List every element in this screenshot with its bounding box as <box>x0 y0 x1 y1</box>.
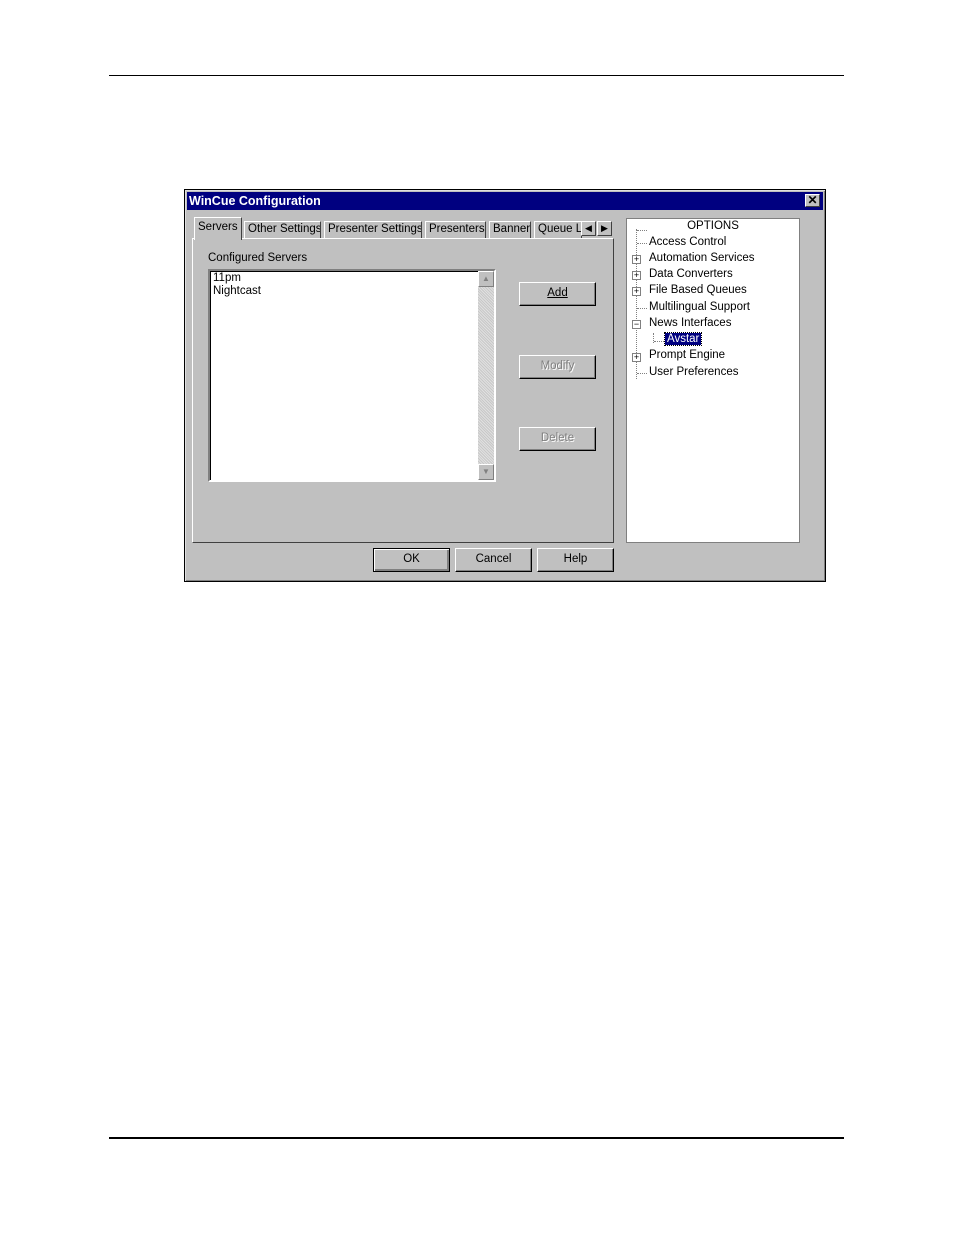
expand-plus-icon[interactable]: + <box>632 353 641 362</box>
expand-plus-icon[interactable]: + <box>632 287 641 296</box>
ok-button-label: OK <box>403 553 420 565</box>
help-button-label: Help <box>563 553 588 565</box>
add-button-label: Add <box>547 287 568 299</box>
tree-node-access-control[interactable]: Access Control <box>649 236 726 248</box>
tree-node-news-interfaces[interactable]: News Interfaces <box>649 317 731 329</box>
tree-connector <box>654 341 664 342</box>
add-button[interactable]: Add <box>519 282 596 306</box>
title-bar[interactable]: WinCue Configuration ✕ <box>187 192 823 210</box>
help-button[interactable]: Help <box>537 548 614 572</box>
tab-scroll-right-icon[interactable]: ▶ <box>597 221 612 236</box>
scroll-up-icon[interactable]: ▲ <box>478 271 494 287</box>
configured-servers-list[interactable]: 11pm Nightcast ▲ ▼ <box>208 269 496 482</box>
tab-label: Queue L <box>538 223 582 235</box>
wincue-configuration-dialog: WinCue Configuration ✕ Servers Other Set… <box>184 189 826 582</box>
tab-presenters[interactable]: Presenters <box>425 221 486 238</box>
page-footer-rule <box>109 1137 844 1139</box>
dialog-title: WinCue Configuration <box>189 194 321 208</box>
configured-servers-label: Configured Servers <box>208 252 308 264</box>
tree-node-prompt-engine[interactable]: Prompt Engine <box>649 349 725 361</box>
tree-connector <box>637 243 647 244</box>
cancel-button-label: Cancel <box>475 553 512 565</box>
tab-label: Presenters <box>429 223 485 235</box>
list-item[interactable]: 11pm <box>213 272 241 284</box>
expand-plus-icon[interactable]: + <box>632 255 641 264</box>
tab-presenter-settings[interactable]: Presenter Settings <box>324 221 422 238</box>
tab-banner[interactable]: Banner <box>489 221 531 238</box>
tab-label: Servers <box>198 221 238 233</box>
tree-node-automation-services[interactable]: Automation Services <box>649 252 754 264</box>
close-icon[interactable]: ✕ <box>805 194 820 207</box>
cancel-button[interactable]: Cancel <box>455 548 532 572</box>
delete-button[interactable]: Delete <box>519 427 596 451</box>
tab-servers[interactable]: Servers <box>194 217 242 240</box>
tree-node-avstar[interactable]: Avstar <box>663 332 703 346</box>
tab-label: Banner <box>493 223 531 235</box>
list-item[interactable]: Nightcast <box>213 285 261 297</box>
tree-node-user-preferences[interactable]: User Preferences <box>649 366 738 378</box>
tab-label: Presenter Settings <box>328 223 422 235</box>
tab-label: Other Settings <box>248 223 321 235</box>
tree-connector <box>637 373 647 374</box>
tab-queue[interactable]: Queue L <box>534 221 582 238</box>
tree-connector <box>637 308 647 309</box>
delete-button-label: Delete <box>540 432 575 444</box>
scroll-down-icon[interactable]: ▼ <box>478 464 494 480</box>
tab-other-settings[interactable]: Other Settings <box>244 221 321 238</box>
expand-plus-icon[interactable]: + <box>632 271 641 280</box>
ok-button[interactable]: OK <box>373 548 450 572</box>
page-header-rule <box>109 75 844 76</box>
options-tree[interactable]: OPTIONS Access Control + Automation Serv… <box>626 218 800 543</box>
options-title: OPTIONS <box>687 220 739 232</box>
tree-connector <box>637 230 647 231</box>
vertical-scrollbar[interactable]: ▲ ▼ <box>478 271 494 480</box>
modify-button[interactable]: Modify <box>519 355 596 379</box>
tree-node-file-based-queues[interactable]: File Based Queues <box>649 284 747 296</box>
tab-scroll-left-icon[interactable]: ◀ <box>581 221 596 236</box>
tree-node-data-converters[interactable]: Data Converters <box>649 268 733 280</box>
tree-node-multilingual-support[interactable]: Multilingual Support <box>649 301 750 313</box>
modify-button-label: Modify <box>540 360 575 372</box>
collapse-minus-icon[interactable]: − <box>632 320 641 329</box>
